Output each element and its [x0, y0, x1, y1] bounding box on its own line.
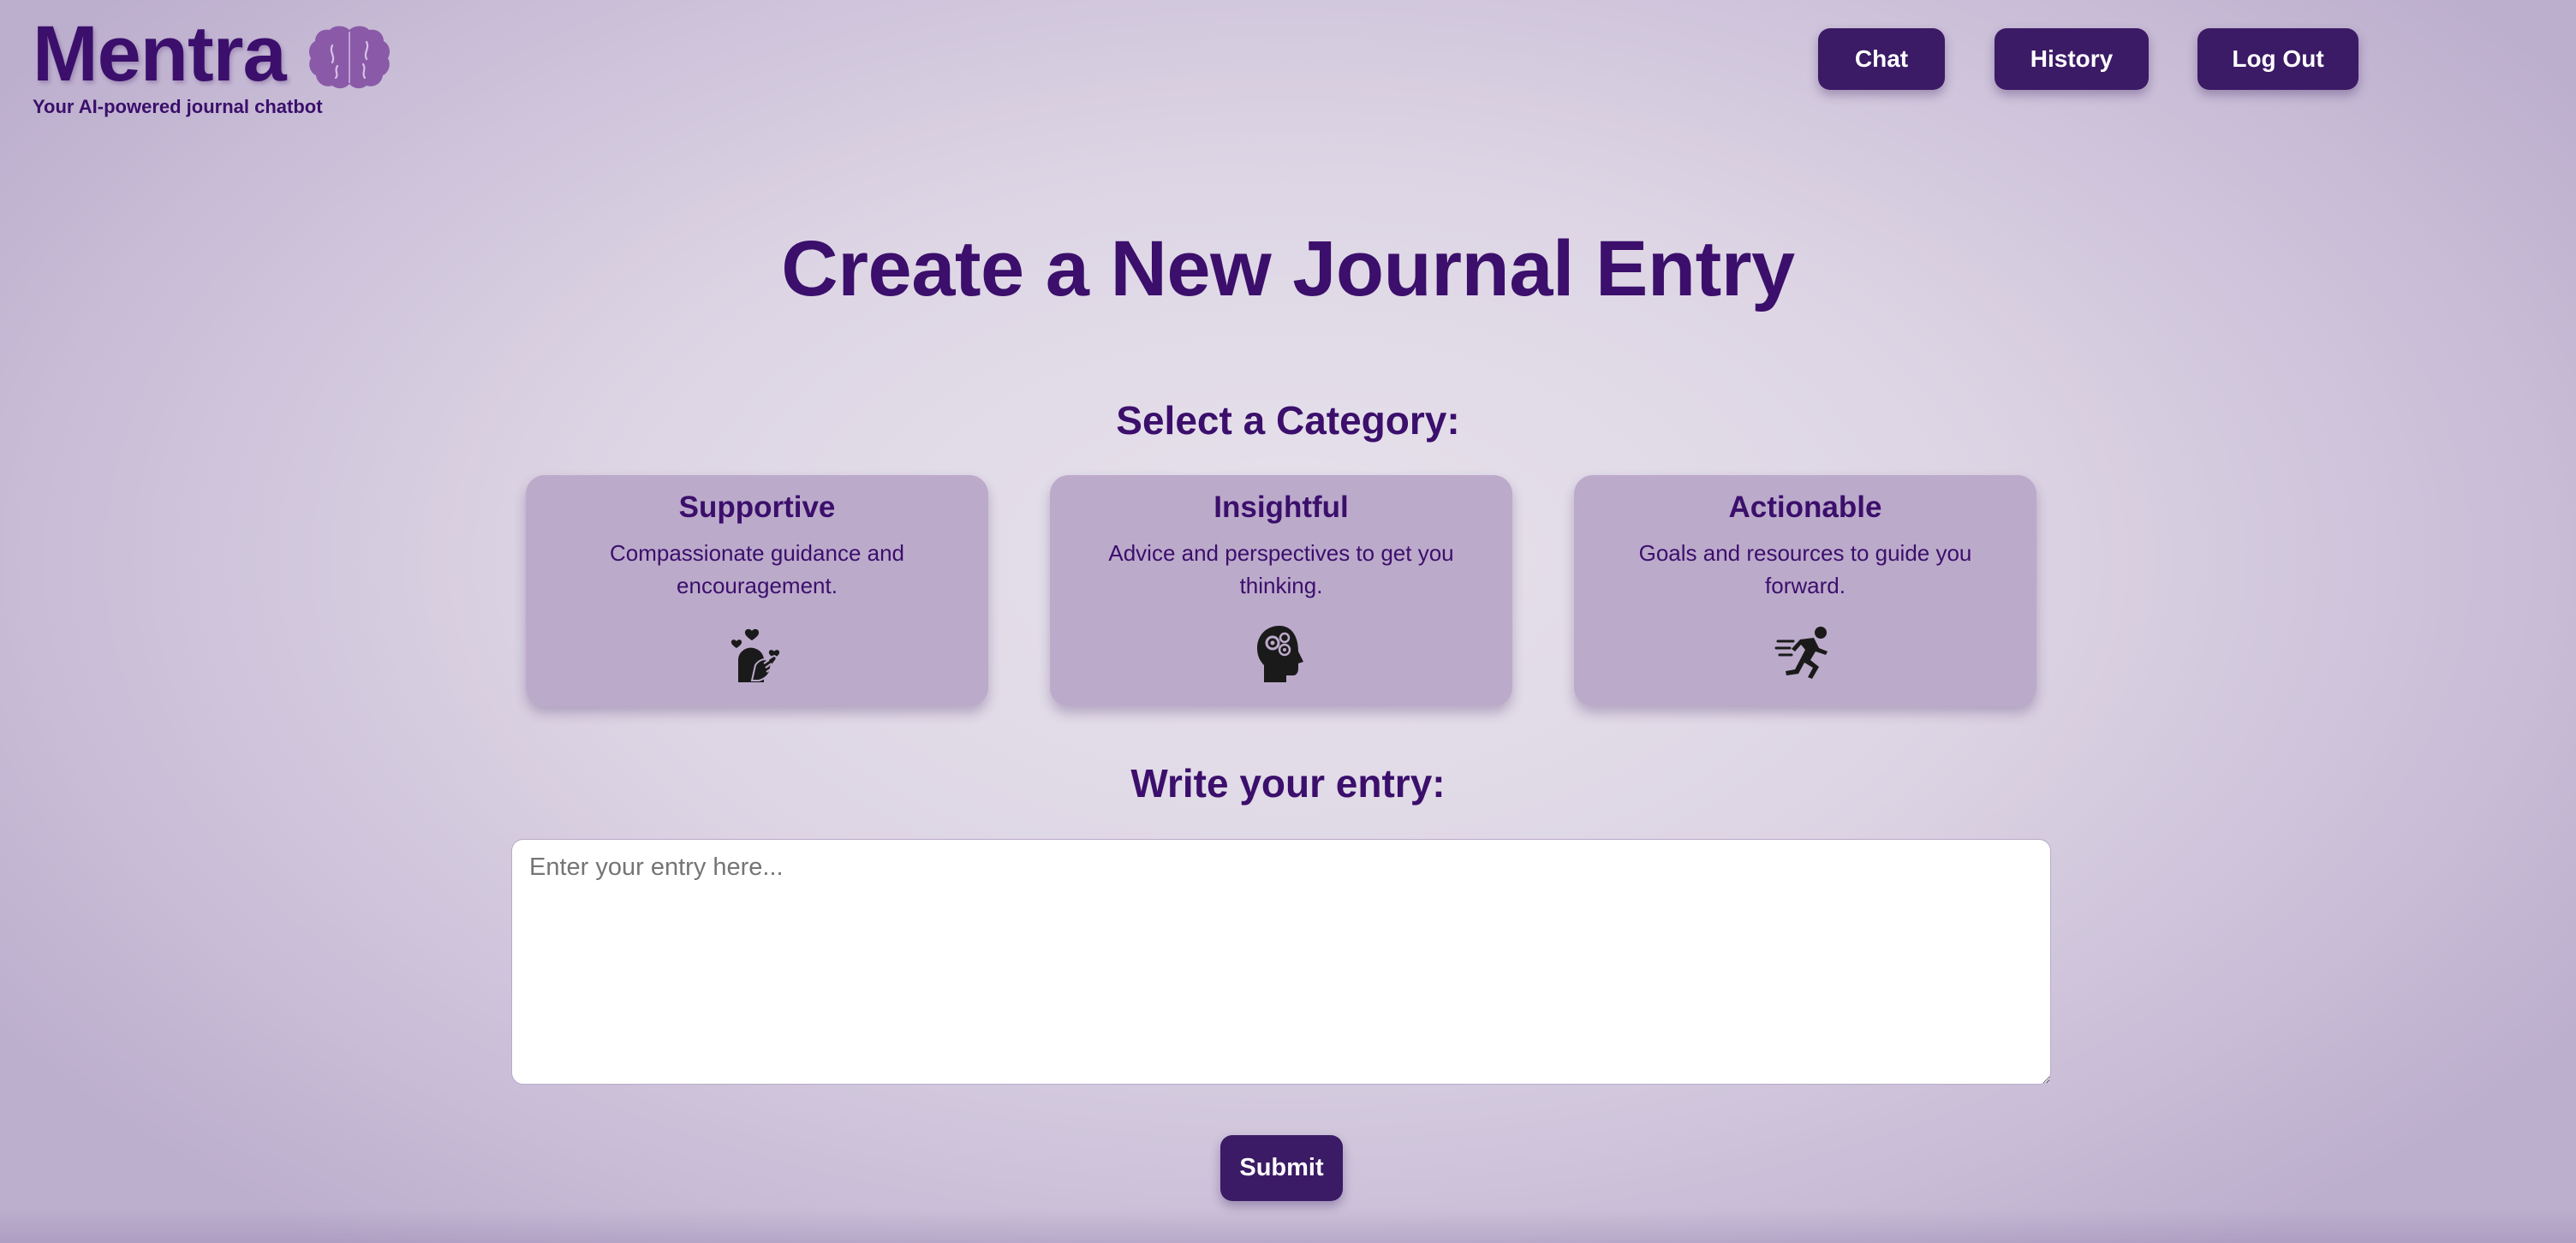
hearts-hand-icon	[730, 628, 780, 682]
category-card-insightful[interactable]: Insightful Advice and perspectives to ge…	[1050, 475, 1512, 706]
category-card-actionable[interactable]: Actionable Goals and resources to guide …	[1574, 475, 2036, 706]
category-card-supportive[interactable]: Supportive Compassionate guidance and en…	[526, 475, 988, 706]
chat-button[interactable]: Chat	[1818, 28, 1945, 90]
logout-button[interactable]: Log Out	[2197, 28, 2358, 90]
bottom-shadow	[0, 1209, 2576, 1243]
submit-button[interactable]: Submit	[1220, 1135, 1343, 1201]
entry-heading: Write your entry:	[1130, 761, 1446, 806]
category-heading: Select a Category:	[1116, 398, 1460, 443]
card-description: Goals and resources to guide you forward…	[1638, 540, 1972, 598]
history-button[interactable]: History	[1995, 28, 2149, 90]
card-title: Supportive	[678, 491, 836, 524]
brain-icon	[308, 26, 390, 89]
running-person-icon	[1774, 627, 1828, 679]
entry-textarea[interactable]	[511, 839, 2051, 1085]
card-title: Actionable	[1728, 491, 1882, 524]
page-title: Create a New Journal Entry	[781, 225, 1795, 312]
brand-logo: Mentra Your AI-powered journal chatbot	[33, 7, 392, 118]
card-description: Compassionate guidance and encouragement…	[609, 540, 905, 598]
app-name: Mentra	[33, 10, 287, 98]
card-title: Insightful	[1213, 491, 1349, 524]
card-description: Advice and perspectives to get you think…	[1108, 540, 1454, 598]
head-gears-icon	[1257, 626, 1303, 682]
app-tagline: Your AI-powered journal chatbot	[33, 96, 323, 117]
